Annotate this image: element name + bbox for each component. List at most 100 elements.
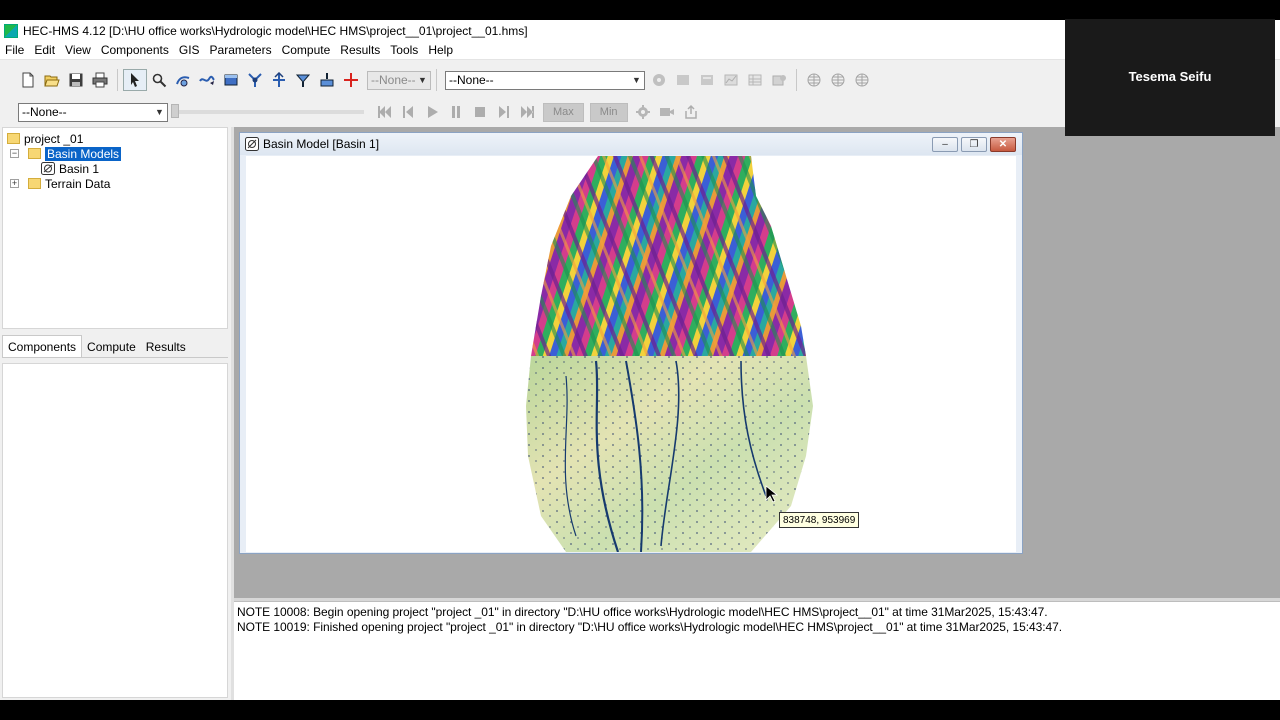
maximize-icon: ❐ bbox=[969, 139, 979, 150]
chevron-down-icon: ▼ bbox=[155, 107, 164, 117]
run-selector-combo[interactable]: --None-- ▼ bbox=[445, 70, 645, 90]
grid-overlay-icon[interactable] bbox=[802, 69, 826, 91]
basin-map-canvas[interactable]: 838748, 953969 bbox=[246, 156, 1016, 552]
basin-window-title: Basin Model [Basin 1] bbox=[263, 137, 380, 151]
arrow-select-icon[interactable] bbox=[123, 69, 147, 91]
menu-compute[interactable]: Compute bbox=[277, 43, 336, 57]
component-editor-panel bbox=[2, 363, 228, 698]
reservoir-tool-icon[interactable] bbox=[219, 69, 243, 91]
close-icon: ✕ bbox=[998, 139, 1008, 150]
menu-parameters[interactable]: Parameters bbox=[205, 43, 277, 57]
video-call-overlay: Tesema Seifu bbox=[1065, 19, 1275, 136]
chevron-down-icon: ▼ bbox=[632, 75, 641, 85]
grid-overlay-3-icon[interactable] bbox=[850, 69, 874, 91]
element-summary-icon[interactable] bbox=[695, 69, 719, 91]
skip-to-end-icon[interactable] bbox=[516, 101, 540, 123]
tree-item-project-label: project _01 bbox=[24, 131, 84, 146]
menu-help[interactable]: Help bbox=[423, 43, 458, 57]
stop-icon[interactable] bbox=[468, 101, 492, 123]
tree-item-terrain-data[interactable]: + Terrain Data bbox=[10, 176, 110, 191]
junction-tool-icon[interactable] bbox=[243, 69, 267, 91]
basin-window-title-bar[interactable]: Basin Model [Basin 1] – ❐ ✕ bbox=[240, 133, 1022, 155]
reach-tool-icon[interactable] bbox=[195, 69, 219, 91]
time-slider-thumb[interactable] bbox=[171, 104, 179, 118]
left-selector-combo[interactable]: --None-- ▼ bbox=[18, 102, 168, 122]
tree-item-terrain-data-label: Terrain Data bbox=[45, 176, 111, 191]
folder-icon bbox=[28, 148, 41, 159]
collapse-icon[interactable]: − bbox=[10, 149, 19, 158]
sink-tool-icon[interactable] bbox=[315, 69, 339, 91]
tree-item-basin-models[interactable]: − Basin Models bbox=[10, 145, 123, 162]
run-selector-value: --None-- bbox=[449, 73, 494, 87]
minimize-button[interactable]: – bbox=[932, 137, 958, 152]
basin-model-icon bbox=[245, 137, 259, 151]
print-icon[interactable] bbox=[88, 69, 112, 91]
chevron-down-icon: ▼ bbox=[418, 75, 427, 85]
menu-view[interactable]: View bbox=[60, 43, 96, 57]
coordinate-tooltip: 838748, 953969 bbox=[779, 512, 860, 528]
video-camera-icon[interactable] bbox=[655, 101, 679, 123]
time-series-table-icon[interactable] bbox=[767, 69, 791, 91]
new-project-icon[interactable] bbox=[16, 69, 40, 91]
tab-components[interactable]: Components bbox=[2, 335, 83, 357]
skip-to-start-icon[interactable] bbox=[372, 101, 396, 123]
export-icon[interactable] bbox=[679, 101, 703, 123]
window-title: HEC-HMS 4.12 [D:\HU office works\Hydrolo… bbox=[23, 23, 528, 38]
max-button[interactable]: Max bbox=[543, 102, 584, 122]
watershed-explorer-tree: project _01 − Basin Models Basin 1 + Ter… bbox=[2, 127, 228, 329]
tree-item-project[interactable]: project _01 bbox=[7, 131, 83, 146]
source-tool-icon[interactable] bbox=[291, 69, 315, 91]
desktop-area: Basin Model [Basin 1] – ❐ ✕ 838748, 9539… bbox=[234, 127, 1280, 598]
toolbar-separator bbox=[117, 69, 118, 91]
global-summary-icon[interactable] bbox=[671, 69, 695, 91]
participant-name: Tesema Seifu bbox=[1128, 69, 1212, 84]
explorer-tabs: Components Compute Results bbox=[2, 335, 228, 358]
tree-item-basin-1[interactable]: Basin 1 bbox=[41, 161, 99, 176]
open-project-icon[interactable] bbox=[40, 69, 64, 91]
step-forward-icon[interactable] bbox=[492, 101, 516, 123]
grid-overlay-2-icon[interactable] bbox=[826, 69, 850, 91]
play-icon[interactable] bbox=[420, 101, 444, 123]
menu-edit[interactable]: Edit bbox=[29, 43, 60, 57]
folder-icon bbox=[7, 133, 20, 144]
time-slider[interactable] bbox=[171, 104, 364, 118]
menu-gis[interactable]: GIS bbox=[174, 43, 205, 57]
settings-gear-icon[interactable] bbox=[631, 101, 655, 123]
log-message: NOTE 10008: Begin opening project "proje… bbox=[237, 605, 1048, 619]
subbasin-tool-icon[interactable] bbox=[171, 69, 195, 91]
toolbar-separator bbox=[796, 69, 797, 91]
toolbar-separator bbox=[436, 69, 437, 91]
zoom-icon[interactable] bbox=[147, 69, 171, 91]
minimize-icon: – bbox=[942, 139, 948, 150]
maximize-button[interactable]: ❐ bbox=[961, 137, 987, 152]
expand-icon[interactable]: + bbox=[10, 179, 19, 188]
terrain-map bbox=[526, 156, 813, 552]
menu-components[interactable]: Components bbox=[96, 43, 174, 57]
measure-crosshair-icon[interactable] bbox=[339, 69, 363, 91]
disabled-selector-value: --None-- bbox=[371, 73, 415, 87]
tree-item-basin-models-label: Basin Models bbox=[43, 145, 123, 162]
menu-tools[interactable]: Tools bbox=[385, 43, 423, 57]
log-message: NOTE 10019: Finished opening project "pr… bbox=[237, 619, 1063, 634]
folder-icon bbox=[28, 178, 41, 189]
tree-item-basin-1-label: Basin 1 bbox=[59, 161, 100, 176]
summary-table-icon[interactable] bbox=[743, 69, 767, 91]
pause-icon[interactable] bbox=[444, 101, 468, 123]
save-icon[interactable] bbox=[64, 69, 88, 91]
tab-results[interactable]: Results bbox=[141, 337, 191, 357]
close-button[interactable]: ✕ bbox=[990, 137, 1016, 152]
step-back-icon[interactable] bbox=[396, 101, 420, 123]
diversion-tool-icon[interactable] bbox=[267, 69, 291, 91]
disabled-selector-combo[interactable]: --None-- ▼ bbox=[367, 70, 431, 90]
graph-icon[interactable] bbox=[719, 69, 743, 91]
compute-run-icon[interactable] bbox=[647, 69, 671, 91]
basin-model-window: Basin Model [Basin 1] – ❐ ✕ 838748, 9539… bbox=[239, 132, 1023, 554]
basin-model-icon bbox=[41, 162, 55, 175]
left-selector-value: --None-- bbox=[22, 105, 67, 119]
tab-compute[interactable]: Compute bbox=[82, 337, 141, 357]
menu-file[interactable]: File bbox=[0, 43, 29, 57]
min-button[interactable]: Min bbox=[589, 102, 628, 122]
message-log: NOTE 10008: Begin opening project "proje… bbox=[234, 601, 1280, 700]
hec-hms-app-icon bbox=[4, 23, 18, 38]
menu-results[interactable]: Results bbox=[335, 43, 385, 57]
